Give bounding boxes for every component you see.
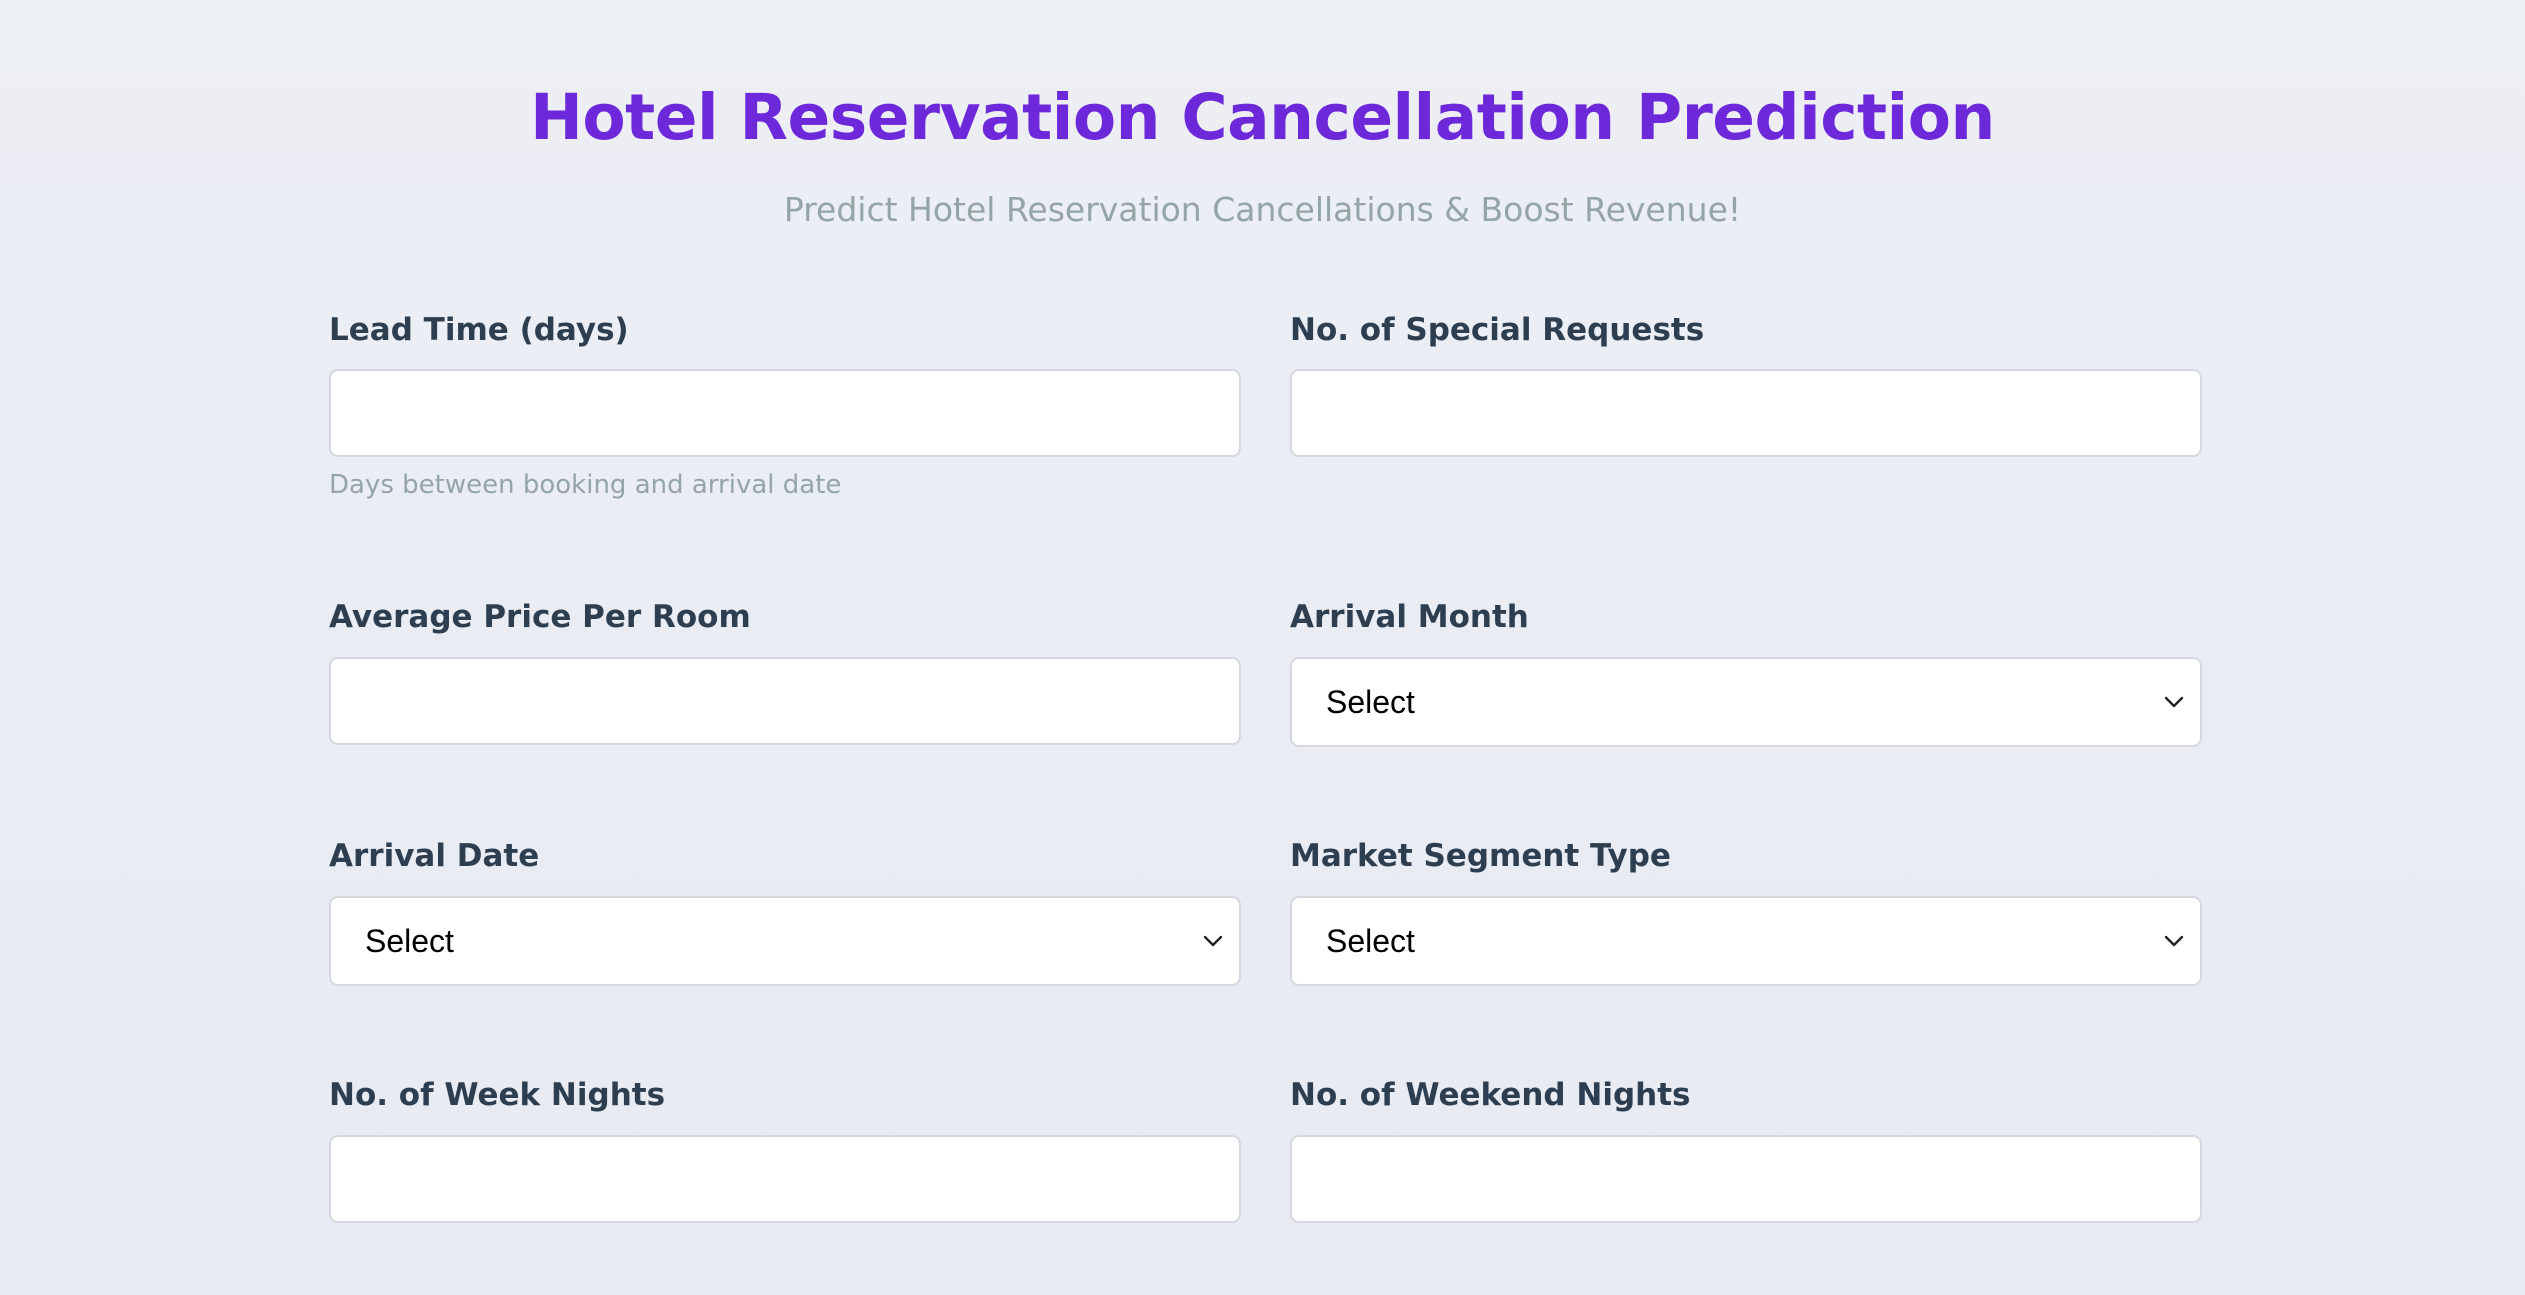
lead-time-label: Lead Time (days) <box>329 312 629 348</box>
page-subtitle: Predict Hotel Reservation Cancellations … <box>783 190 1742 229</box>
avg-price-input[interactable] <box>329 657 1241 745</box>
arrival-date-label: Arrival Date <box>329 838 540 874</box>
arrival-date-group: Arrival Date Select <box>329 836 1241 986</box>
chevron-down-icon <box>2164 696 2184 708</box>
weekend-nights-input[interactable] <box>1290 1135 2202 1223</box>
lead-time-group: Lead Time (days) Days between booking an… <box>329 310 1241 500</box>
market-segment-select[interactable]: Select <box>1290 896 2202 986</box>
special-requests-label: No. of Special Requests <box>1290 312 1705 348</box>
arrival-month-selected-value: Select <box>1326 683 1415 720</box>
arrival-month-select[interactable]: Select <box>1290 657 2202 747</box>
market-segment-label: Market Segment Type <box>1290 838 1671 874</box>
arrival-month-group: Arrival Month Select <box>1290 597 2202 747</box>
week-nights-input[interactable] <box>329 1135 1241 1223</box>
page-title: Hotel Reservation Cancellation Predictio… <box>530 81 1995 154</box>
market-segment-selected-value: Select <box>1326 922 1415 959</box>
avg-price-group: Average Price Per Room <box>329 597 1241 745</box>
lead-time-help-text: Days between booking and arrival date <box>329 470 842 500</box>
week-nights-group: No. of Week Nights <box>329 1075 1241 1223</box>
market-segment-group: Market Segment Type Select <box>1290 836 2202 986</box>
weekend-nights-label: No. of Weekend Nights <box>1290 1077 1691 1113</box>
chevron-down-icon <box>1203 935 1223 947</box>
arrival-month-label: Arrival Month <box>1290 599 1529 635</box>
arrival-date-select[interactable]: Select <box>329 896 1241 986</box>
lead-time-input[interactable] <box>329 369 1241 457</box>
arrival-date-selected-value: Select <box>365 922 454 959</box>
avg-price-label: Average Price Per Room <box>329 599 751 635</box>
special-requests-group: No. of Special Requests <box>1290 310 2202 457</box>
weekend-nights-group: No. of Weekend Nights <box>1290 1075 2202 1223</box>
special-requests-input[interactable] <box>1290 369 2202 457</box>
week-nights-label: No. of Week Nights <box>329 1077 666 1113</box>
chevron-down-icon <box>2164 935 2184 947</box>
